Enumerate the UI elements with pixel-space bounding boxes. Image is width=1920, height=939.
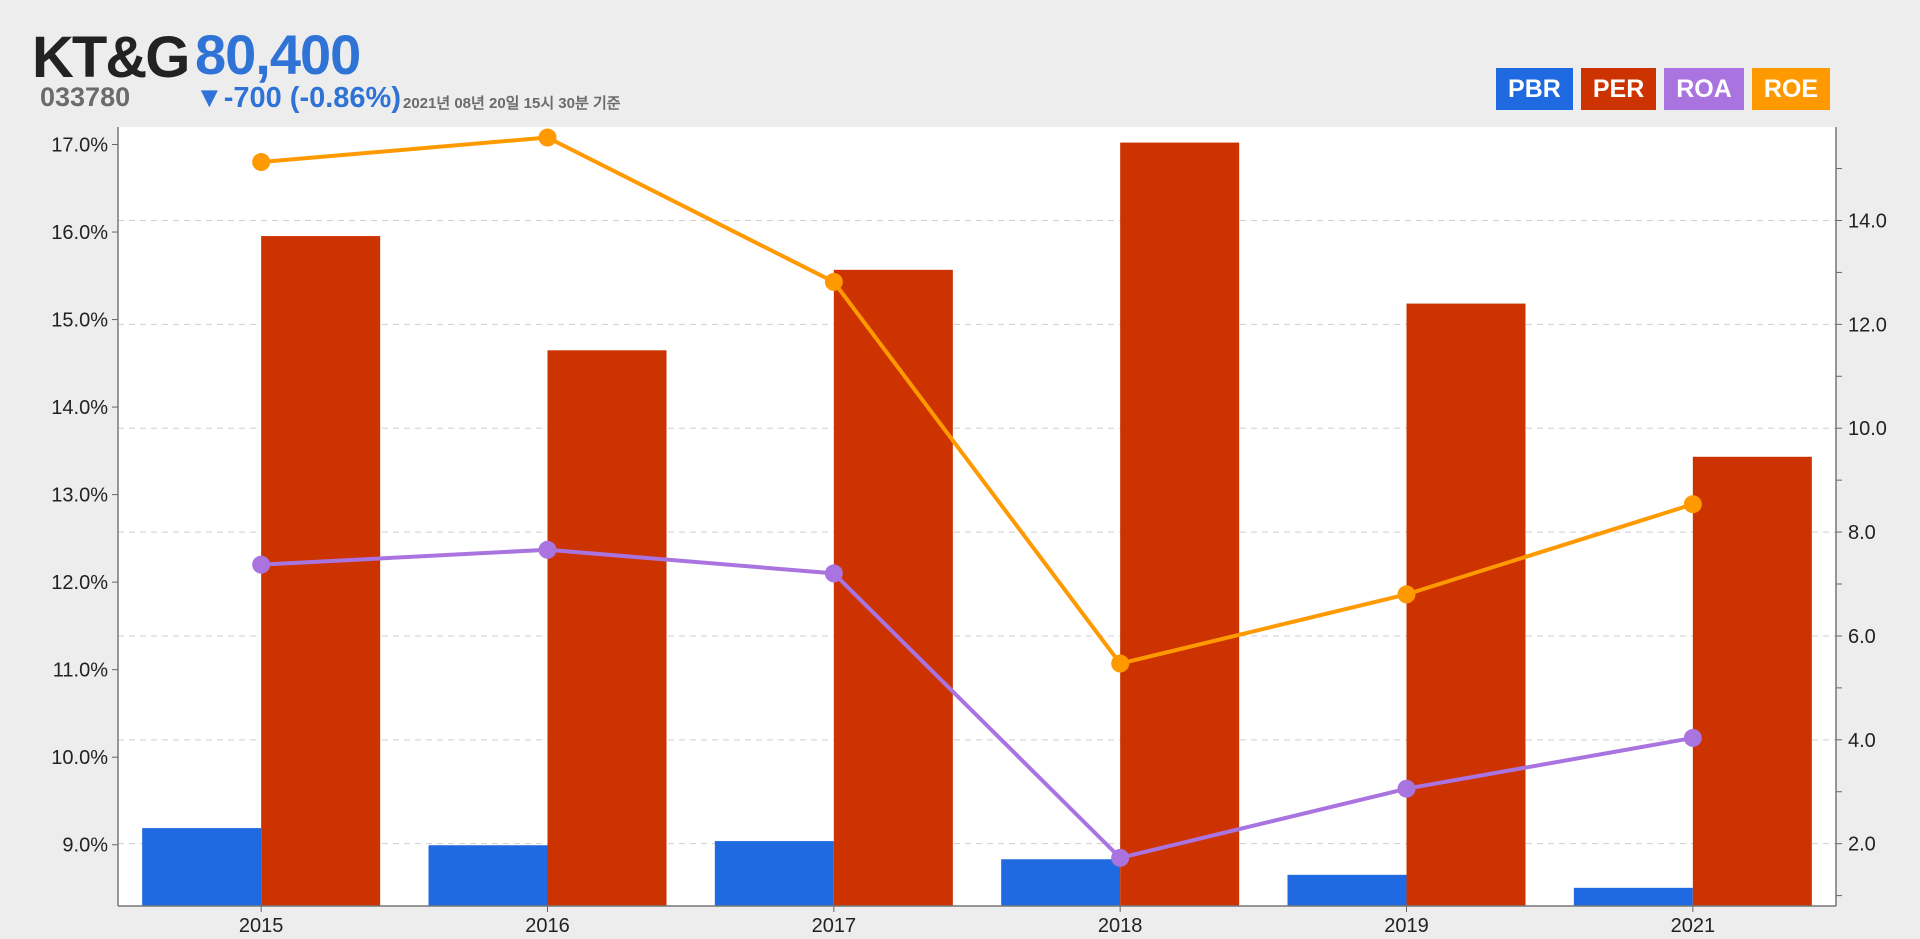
point-roa bbox=[538, 540, 557, 559]
right-tick-label: 8.0 bbox=[1848, 522, 1876, 544]
point-roe bbox=[538, 128, 557, 147]
left-tick-label: 10.0% bbox=[51, 747, 108, 769]
left-axis: 9.0% 10.0% 11.0% 12.0% 13.0% 14.0% 15.0% 16.0% 1… bbox=[51, 135, 118, 857]
left-tick-label: 11.0% bbox=[53, 660, 108, 682]
right-tick-label: 2.0 bbox=[1848, 834, 1876, 856]
left-tick-label: 12.0% bbox=[51, 572, 108, 594]
left-tick-label: 9.0% bbox=[62, 835, 108, 857]
bar-per bbox=[833, 269, 953, 907]
x-axis: 2015 2016 2017 2018 2019 2021 bbox=[239, 906, 1715, 937]
left-tick-label: 17.0% bbox=[51, 135, 108, 157]
bar-per bbox=[1120, 142, 1240, 906]
point-roe bbox=[824, 272, 843, 291]
left-tick-label: 15.0% bbox=[51, 310, 108, 332]
x-tick-label: 2019 bbox=[1384, 915, 1429, 937]
bar-pbr bbox=[1287, 874, 1407, 906]
point-roa bbox=[252, 555, 271, 574]
point-roa bbox=[1397, 779, 1416, 798]
right-tick-label: 6.0 bbox=[1848, 626, 1876, 648]
left-tick-label: 14.0% bbox=[51, 397, 108, 419]
bar-per bbox=[547, 350, 667, 906]
right-axis: 2.0 4.0 6.0 8.0 10.0 12.0 14.0 bbox=[1836, 168, 1887, 897]
point-roe bbox=[1397, 585, 1416, 604]
x-tick-label: 2015 bbox=[239, 915, 284, 937]
point-roa bbox=[1683, 728, 1702, 747]
left-tick-label: 13.0% bbox=[51, 485, 108, 507]
x-tick-label: 2016 bbox=[525, 915, 570, 937]
right-tick-label: 14.0 bbox=[1848, 210, 1887, 232]
point-roe bbox=[252, 153, 271, 172]
bar-per bbox=[261, 236, 381, 906]
bar-pbr bbox=[142, 828, 262, 906]
bar-pbr bbox=[1001, 859, 1121, 906]
x-tick-label: 2021 bbox=[1671, 915, 1716, 937]
right-tick-label: 10.0 bbox=[1848, 418, 1887, 440]
bar-per bbox=[1406, 303, 1526, 906]
right-tick-label: 4.0 bbox=[1848, 730, 1876, 752]
bar-pbr bbox=[1573, 887, 1693, 906]
x-tick-label: 2018 bbox=[1098, 915, 1143, 937]
x-tick-label: 2017 bbox=[812, 915, 857, 937]
bar-per bbox=[1692, 456, 1812, 906]
point-roa bbox=[824, 564, 843, 583]
point-roe bbox=[1111, 654, 1130, 673]
point-roa bbox=[1111, 848, 1130, 867]
chart: 9.0% 10.0% 11.0% 12.0% 13.0% 14.0% 15.0% 16.0% 1… bbox=[51, 127, 1887, 937]
point-roe bbox=[1683, 495, 1702, 514]
bar-pbr bbox=[428, 845, 548, 906]
bar-pbr bbox=[714, 841, 834, 906]
left-tick-label: 16.0% bbox=[51, 222, 108, 244]
right-tick-label: 12.0 bbox=[1848, 314, 1887, 336]
